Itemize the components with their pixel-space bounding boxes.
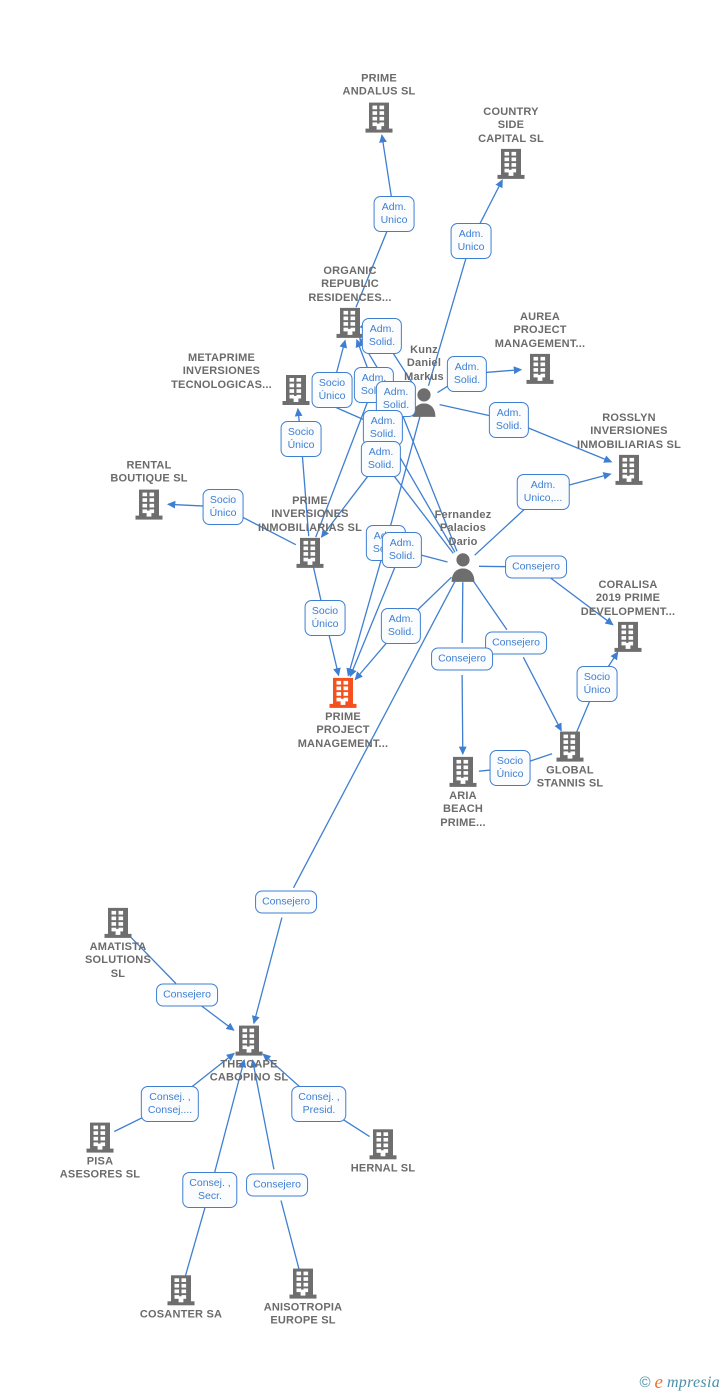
node-label: PRIME PROJECT MANAGEMENT... [297,710,389,750]
node-label: RENTAL BOUTIQUE SL [110,459,188,485]
building-icon [135,489,163,520]
relations-graph-canvas: PRIME ANDALUS SL COUNTRY SIDE CAPITAL SL O… [0,0,728,1400]
relation-label-l24[interactable]: Consejero [156,983,218,1007]
relation-label-l4[interactable]: Adm. Solid. [446,356,488,392]
relation-label-l5[interactable]: Socio Único [311,372,353,408]
building-icon [336,308,364,339]
node-label: PRIME INVERSIONES INMOBILIARIAS SL [257,494,363,534]
building-icon [86,1122,114,1153]
edge-segment [354,637,392,681]
graph-node-coralisa[interactable]: CORALISA 2019 PRIME DEVELOPMENT... [558,579,698,653]
building-icon [365,102,393,133]
edge-segment [458,674,467,755]
relation-label-l17[interactable]: Socio Único [304,600,346,636]
building-icon [526,354,554,385]
empresia-watermark: © e mpresia [639,1373,720,1392]
graph-node-rosslyn[interactable]: ROSSLYN INVERSIONES INMOBILIARIAS SL [559,412,699,486]
relation-label-l22[interactable]: Socio Único [489,750,531,786]
building-icon [497,149,525,180]
edge-segment [471,578,508,631]
copyright-icon: © [639,1374,651,1391]
relation-label-l3[interactable]: Adm. Solid. [361,318,403,354]
node-label: ANISOTROPIA EUROPE SL [263,1301,343,1327]
edge-segment [477,179,503,228]
graph-node-anisotropia[interactable]: ANISOTROPIA EUROPE SL [233,1268,373,1329]
node-label: PRIME ANDALUS SL [342,72,416,98]
graph-node-cosanter[interactable]: COSANTER SA [111,1274,251,1321]
relation-label-l18[interactable]: Adm. Solid. [380,608,422,644]
relation-label-l1[interactable]: Adm. Unico [373,196,415,232]
node-label: ROSSLYN INVERSIONES INMOBILIARIAS SL [576,411,682,451]
graph-node-pisa[interactable]: PISA ASESORES SL [30,1122,170,1183]
graph-node-prime_project[interactable]: PRIME PROJECT MANAGEMENT... [273,677,413,751]
node-label: THE CAPE CABOPINO SL [209,1058,289,1084]
relation-label-l21[interactable]: Socio Único [576,666,618,702]
relation-label-l13[interactable]: Socio Único [202,489,244,525]
building-icon [167,1275,195,1306]
edge-segment [184,1205,207,1277]
graph-node-the_cape[interactable]: THE CAPE CABOPINO SL [179,1025,319,1086]
graph-node-rental_boutique[interactable]: RENTAL BOUTIQUE SL [79,460,219,521]
edge-segment [251,917,283,1025]
building-icon [449,756,477,787]
building-icon [614,622,642,653]
node-label: CORALISA 2019 PRIME DEVELOPMENT... [580,578,676,618]
graph-node-prime_andalus[interactable]: PRIME ANDALUS SL [309,73,449,134]
relation-label-l23[interactable]: Consejero [255,890,317,914]
node-label: COSANTER SA [139,1308,223,1321]
relation-label-l28[interactable]: Consejero [246,1173,308,1197]
edge-segment [280,1200,300,1270]
edge-segment [335,339,348,375]
relation-label-l16[interactable]: Consejero [505,555,567,579]
graph-node-prime_inv_inmo[interactable]: PRIME INVERSIONES INMOBILIARIAS SL [240,495,380,569]
brand-name: mpresia [666,1373,720,1391]
relation-label-l15[interactable]: Adm. Solid. [381,532,423,568]
building-icon [296,538,324,569]
relation-label-l26[interactable]: Consej. , Presid. [291,1086,347,1122]
relation-label-l25[interactable]: Consej. , Consej.... [140,1086,200,1122]
edge-segment [312,567,323,603]
relation-label-l12[interactable]: Adm. Unico,... [516,474,570,510]
relation-label-l2[interactable]: Adm. Unico [450,223,492,259]
building-icon [615,455,643,486]
node-label: COUNTRY SIDE CAPITAL SL [478,105,544,145]
person-icon [451,553,475,583]
relation-label-l11[interactable]: Adm. Solid. [360,441,402,477]
edge-segment [379,134,393,199]
brand-initial: e [654,1372,663,1393]
edge-segment [346,558,383,677]
building-icon [369,1129,397,1160]
node-label: PISA ASESORES SL [59,1155,141,1181]
building-icon [235,1025,263,1056]
relation-label-l9[interactable]: Socio Único [280,421,322,457]
edge-segment [522,656,562,732]
relation-label-l20[interactable]: Consejero [431,647,493,671]
node-label: METAPRIME INVERSIONES TECNOLOGICAS... [171,352,272,391]
node-label: ARIA BEACH PRIME... [440,789,486,829]
relation-label-l8[interactable]: Adm. Solid. [488,402,530,438]
graph-node-hernal[interactable]: HERNAL SL [313,1128,453,1175]
node-label: AMATISTA SOLUTIONS SL [85,940,151,980]
relation-label-l27[interactable]: Consej. , Secr. [182,1172,238,1208]
building-icon [289,1268,317,1299]
building-icon [104,907,132,938]
node-label: HERNAL SL [350,1162,416,1175]
building-icon [329,677,357,708]
building-icon [282,375,310,405]
edge-segment [575,698,592,734]
graph-node-amatista[interactable]: AMATISTA SOLUTIONS SL [48,907,188,981]
graph-node-country_side[interactable]: COUNTRY SIDE CAPITAL SL [441,106,581,180]
edge-segment [461,582,464,644]
building-icon [556,731,584,762]
edge-segment [328,633,341,677]
node-label: ORGANIC REPUBLIC RESIDENCES... [308,264,392,304]
relation-label-l19[interactable]: Consejero [485,631,547,655]
